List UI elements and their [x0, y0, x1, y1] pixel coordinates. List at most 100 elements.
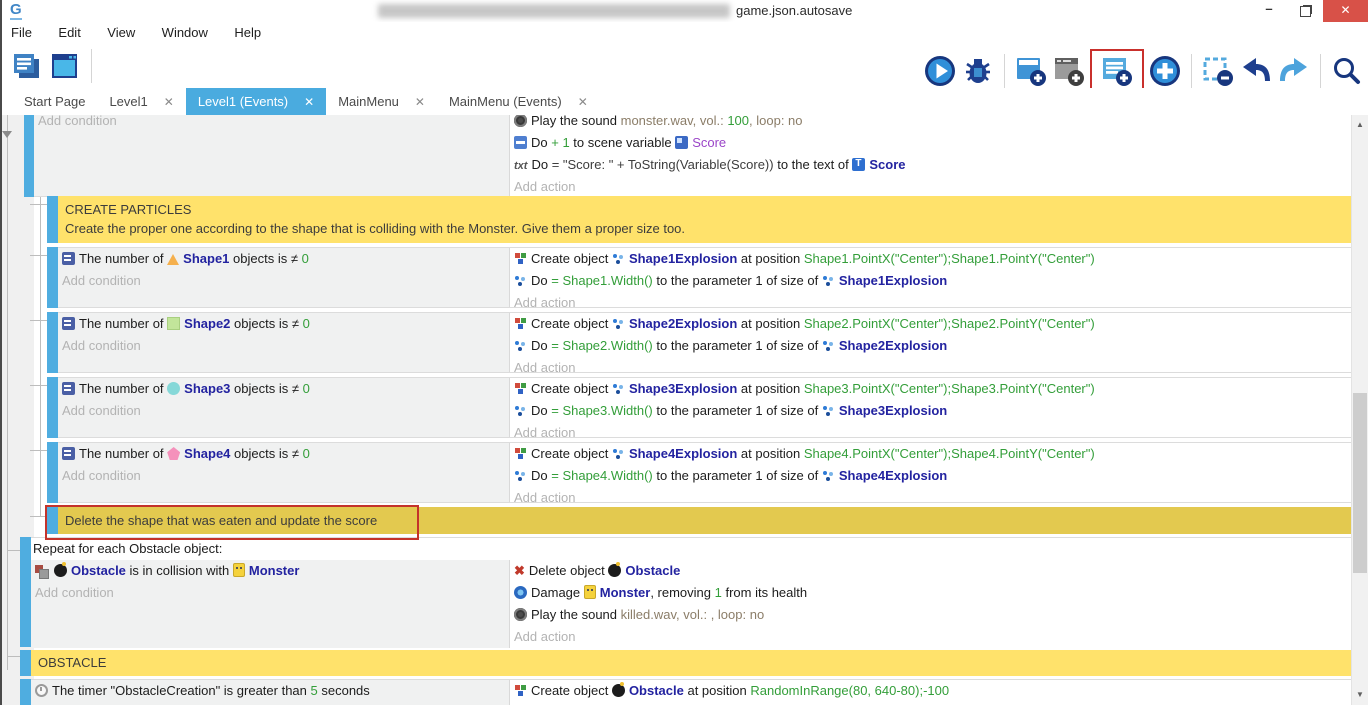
event-shape2[interactable]: The number of Shape2 objects is ≠ 0 Add … [47, 312, 1351, 373]
comment-create-particles[interactable]: CREATE PARTICLES Create the proper one a… [47, 196, 1351, 243]
add-action-link[interactable]: Add action [510, 626, 1351, 648]
action-set-size[interactable]: Do = Shape4.Width() to the parameter 1 o… [510, 465, 1351, 487]
add-condition-link[interactable]: Add condition [34, 115, 509, 132]
tab-level1[interactable]: Level1✕ [97, 88, 185, 115]
add-event-button[interactable] [1100, 54, 1134, 88]
add-scene-button[interactable] [1014, 54, 1048, 88]
text-run: = "Score: " + ToString(Variable(Score)) [552, 157, 774, 172]
tree-stub [30, 204, 47, 205]
scrollbar-thumb[interactable] [1353, 393, 1367, 573]
action-set-text[interactable]: txtDo = "Score: " + ToString(Variable(Sc… [510, 154, 1351, 176]
add-action-link[interactable]: Add action [510, 357, 1351, 372]
toolbar [0, 44, 1368, 88]
comment-obstacle[interactable]: OBSTACLE [20, 650, 1351, 676]
action-create-object[interactable]: Create object Shape1Explosion at positio… [510, 248, 1351, 270]
tab-label: MainMenu (Events) [449, 94, 562, 109]
condition-collision[interactable]: Obstacle is in collision with Monster [31, 560, 509, 582]
text-run: , loop: no [749, 115, 803, 128]
close-button[interactable]: ✕ [1323, 0, 1368, 22]
add-condition-link[interactable]: Add condition [58, 270, 509, 292]
add-action-link[interactable]: Add action [510, 292, 1351, 307]
tree-line [40, 145, 41, 517]
text-run: = Shape2.Width() [551, 338, 653, 353]
scroll-up-icon[interactable]: ▲ [1352, 117, 1368, 133]
menu-file[interactable]: File [0, 22, 43, 44]
add-action-link[interactable]: Add action [510, 487, 1351, 502]
collapse-arrow-icon[interactable] [2, 131, 12, 138]
action-play-sound[interactable]: Play the sound killed.wav, vol.: , loop:… [510, 604, 1351, 626]
restore-button[interactable] [1290, 0, 1320, 22]
events-sheet-icon[interactable] [10, 49, 44, 83]
add-external-events-button[interactable] [1052, 54, 1086, 88]
redo-button[interactable] [1277, 54, 1311, 88]
text-run: Create object [531, 683, 612, 698]
add-resource-button[interactable] [1148, 54, 1182, 88]
create-object-icon [514, 447, 527, 460]
tab-close-icon[interactable]: ✕ [415, 95, 425, 109]
tab-close-icon[interactable]: ✕ [164, 95, 174, 109]
menu-window[interactable]: Window [151, 22, 219, 44]
events-sheet: Add condition Play the sound monster.wav… [0, 115, 1368, 705]
add-condition-link[interactable]: Add condition [58, 335, 509, 357]
add-action-link[interactable]: Add action [510, 176, 1351, 196]
window-left-border [0, 0, 2, 705]
event-shape3[interactable]: The number of Shape3 objects is ≠ 0 Add … [47, 377, 1351, 438]
tree-stub [30, 255, 47, 256]
action-create-object[interactable]: Create object Obstacle at position Rando… [510, 680, 1351, 702]
undo-button[interactable] [1239, 54, 1273, 88]
action-delete-object[interactable]: ✖Delete object Obstacle [510, 560, 1351, 582]
event-repeat-obstacle[interactable]: Repeat for each Obstacle object: Obstacl… [20, 537, 1351, 647]
shape3-icon [167, 382, 180, 395]
tab-mainmenu[interactable]: MainMenu✕ [326, 88, 437, 115]
restore-icon [1300, 6, 1311, 17]
play-button[interactable] [923, 54, 957, 88]
debugger-icon[interactable] [961, 54, 995, 88]
condition-count[interactable]: The number of Shape4 objects is ≠ 0 [58, 443, 509, 465]
search-icon[interactable] [1330, 54, 1364, 88]
condition-timer[interactable]: The timer "ObstacleCreation" is greater … [31, 680, 509, 702]
action-set-size[interactable]: Do = Shape2.Width() to the parameter 1 o… [510, 335, 1351, 357]
add-action-link[interactable]: Add action [510, 422, 1351, 437]
scene-editor-icon[interactable] [48, 49, 82, 83]
close-icon: ✕ [1340, 3, 1350, 17]
action-set-size[interactable]: Do = Shape1.Width() to the parameter 1 o… [510, 270, 1351, 292]
tree-stub [7, 550, 20, 551]
condition-count[interactable]: The number of Shape2 objects is ≠ 0 [58, 313, 509, 335]
action-add-variable[interactable]: Do + 1 to scene variable Score [510, 132, 1351, 154]
menu-edit[interactable]: Edit [47, 22, 91, 44]
tab-mainmenu-events[interactable]: MainMenu (Events) ✕ [437, 88, 600, 115]
timer-icon [35, 684, 48, 697]
add-condition-link[interactable]: Add condition [31, 582, 509, 604]
action-set-size[interactable]: Do = Shape3.Width() to the parameter 1 o… [510, 400, 1351, 422]
action-create-object[interactable]: Create object Shape4Explosion at positio… [510, 443, 1351, 465]
tab-start-page[interactable]: Start Page [12, 88, 97, 115]
action-create-object[interactable]: Create object Shape3Explosion at positio… [510, 378, 1351, 400]
menu-view[interactable]: View [96, 22, 146, 44]
action-play-sound[interactable]: Play the sound monster.wav, vol.: 100, l… [510, 115, 1351, 132]
event-shape4[interactable]: The number of Shape4 objects is ≠ 0 Add … [47, 442, 1351, 503]
condition-count[interactable]: The number of Shape1 objects is ≠ 0 [58, 248, 509, 270]
tab-level1-events[interactable]: Level1 (Events)✕ [186, 88, 326, 115]
variable-icon [514, 136, 527, 149]
tab-close-icon[interactable]: ✕ [578, 95, 588, 109]
action-create-object[interactable]: Create object Shape2Explosion at positio… [510, 313, 1351, 335]
add-condition-link[interactable]: Add condition [58, 465, 509, 487]
action-damage[interactable]: Damage Monster, removing 1 from its heal… [510, 582, 1351, 604]
event-score[interactable]: Add condition Play the sound monster.wav… [24, 115, 1351, 197]
condition-count[interactable]: The number of Shape3 objects is ≠ 0 [58, 378, 509, 400]
text-run: Shape4Explosion [629, 446, 737, 461]
remove-dashed-button[interactable] [1201, 54, 1235, 88]
tab-close-icon[interactable]: ✕ [304, 95, 314, 109]
vertical-scrollbar[interactable]: ▲ ▼ [1351, 115, 1368, 705]
event-timer-obstacle[interactable]: The timer "ObstacleCreation" is greater … [20, 679, 1351, 705]
minimize-button[interactable]: – [1252, 0, 1286, 22]
gdevelop-window: G game.json.autosave – ✕ File Edit View … [0, 0, 1368, 705]
event-shape1[interactable]: The number of Shape1 objects is ≠ 0 Add … [47, 247, 1351, 308]
scroll-down-icon[interactable]: ▼ [1352, 687, 1368, 703]
menu-help[interactable]: Help [223, 22, 272, 44]
collision-icon [35, 564, 50, 577]
add-condition-link[interactable]: Add condition [58, 400, 509, 422]
text-run: Score [692, 135, 726, 150]
repeat-header[interactable]: Repeat for each Obstacle object: [31, 538, 1351, 560]
event-indent-bar [20, 537, 31, 647]
